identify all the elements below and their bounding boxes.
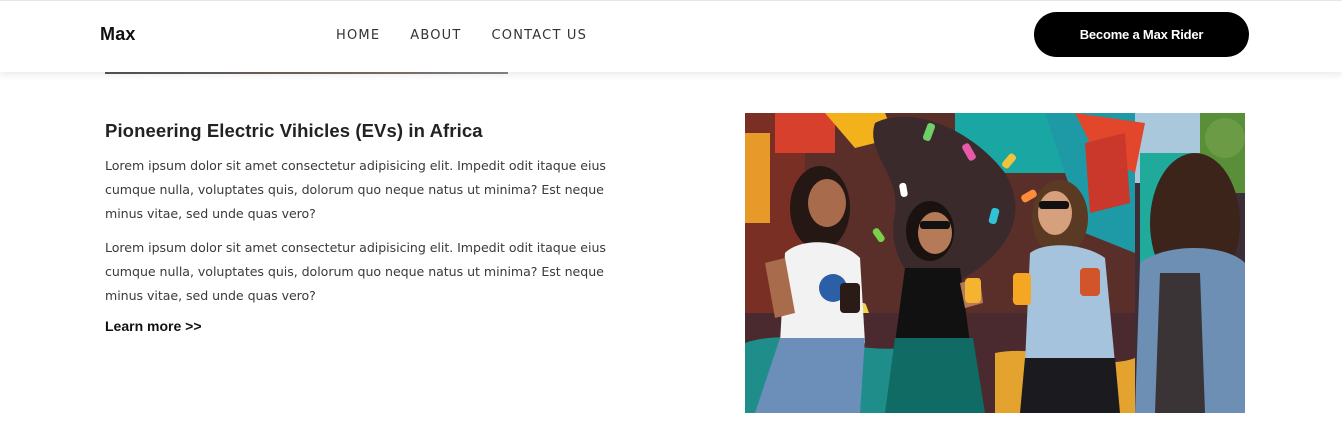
nav-contact-link[interactable]: CONTACT US (492, 28, 588, 43)
become-rider-button[interactable]: Become a Max Rider (1034, 12, 1249, 57)
section-divider (105, 72, 508, 74)
nav-home-link[interactable]: HOME (336, 28, 380, 43)
women-mural-illustration (745, 113, 1245, 413)
learn-more-link[interactable]: Learn more >> (105, 318, 202, 334)
navbar: Max HOME ABOUT CONTACT US Become a Max R… (0, 0, 1342, 72)
section-heading: Pioneering Electric Vihicles (EVs) in Af… (105, 120, 483, 141)
intro-paragraph-2: Lorem ipsum dolor sit amet consectetur a… (105, 240, 606, 303)
intro-section: Pioneering Electric Vihicles (EVs) in Af… (105, 120, 645, 336)
main-nav: HOME ABOUT CONTACT US (336, 28, 587, 43)
intro-paragraph-1: Lorem ipsum dolor sit amet consectetur a… (105, 158, 606, 221)
brand-logo[interactable]: Max (100, 24, 136, 45)
nav-about-link[interactable]: ABOUT (410, 28, 461, 43)
hero-photo (745, 113, 1245, 413)
